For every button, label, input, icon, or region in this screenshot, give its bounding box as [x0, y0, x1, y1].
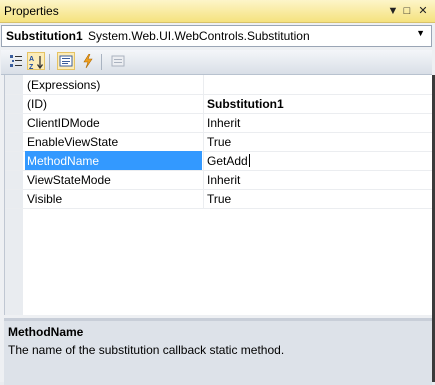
property-pages-button[interactable] [109, 52, 127, 70]
property-value[interactable]: True [207, 192, 427, 208]
object-name: Substitution1 [6, 29, 83, 43]
properties-icon [59, 55, 73, 67]
categorized-button[interactable] [7, 52, 25, 70]
object-type: System.Web.UI.WebControls.Substitution [88, 29, 310, 43]
svg-text:Z: Z [29, 64, 34, 70]
alphabetical-button[interactable]: A Z [27, 52, 45, 71]
properties-window: Properties ▼ □ ✕ Substitution1 System.We… [0, 0, 435, 385]
property-value[interactable]: Inherit [207, 116, 427, 132]
property-value[interactable] [207, 78, 427, 94]
properties-toolbar: A Z [1, 50, 432, 75]
close-button[interactable]: ✕ [416, 4, 430, 18]
description-title: MethodName [8, 325, 84, 339]
property-row[interactable]: Visible True [5, 189, 433, 209]
property-name: Visible [27, 192, 63, 206]
property-value[interactable]: Substitution1 [207, 97, 427, 113]
property-name: (Expressions) [27, 78, 101, 92]
pin-dropdown-button[interactable]: ▼ [386, 4, 400, 18]
property-name: ViewStateMode [27, 173, 111, 187]
property-name: MethodName [27, 154, 100, 168]
property-row-selected[interactable]: MethodName GetAdd [5, 151, 433, 171]
property-pages-icon [111, 55, 125, 67]
title-bar[interactable]: Properties ▼ □ ✕ [0, 0, 435, 23]
property-row[interactable]: (ID) Substitution1 [5, 94, 433, 114]
property-row[interactable]: ClientIDMode Inherit [5, 113, 433, 133]
events-button[interactable] [79, 52, 97, 70]
property-row[interactable]: EnableViewState True [5, 132, 433, 152]
description-text: The name of the substitution callback st… [8, 343, 285, 357]
property-name: EnableViewState [27, 135, 119, 149]
toolbar-separator [49, 54, 50, 70]
object-selector[interactable]: Substitution1 System.Web.UI.WebControls.… [1, 25, 432, 47]
property-value[interactable]: Inherit [207, 173, 427, 189]
property-row[interactable]: (Expressions) [5, 75, 433, 95]
float-window-button[interactable]: □ [400, 4, 414, 18]
description-panel: MethodName The name of the substitution … [4, 318, 432, 385]
properties-button[interactable] [57, 52, 75, 70]
property-row[interactable]: ViewStateMode Inherit [5, 170, 433, 190]
categorized-icon [10, 55, 22, 67]
svg-text:A: A [29, 56, 34, 63]
property-name: ClientIDMode [27, 116, 100, 130]
property-value[interactable]: True [207, 135, 427, 151]
lightning-icon [83, 53, 93, 69]
property-name: (ID) [27, 97, 47, 111]
text-caret [248, 154, 250, 167]
property-value-editor[interactable]: GetAdd [207, 154, 427, 170]
window-title: Properties [4, 4, 59, 18]
alphabetical-icon: A Z [29, 56, 44, 71]
property-grid: (Expressions) (ID) Substitution1 ClientI… [4, 75, 433, 315]
chevron-down-icon[interactable]: ▼ [416, 28, 425, 38]
property-value-text: GetAdd [207, 154, 248, 168]
toolbar-separator [101, 54, 102, 70]
